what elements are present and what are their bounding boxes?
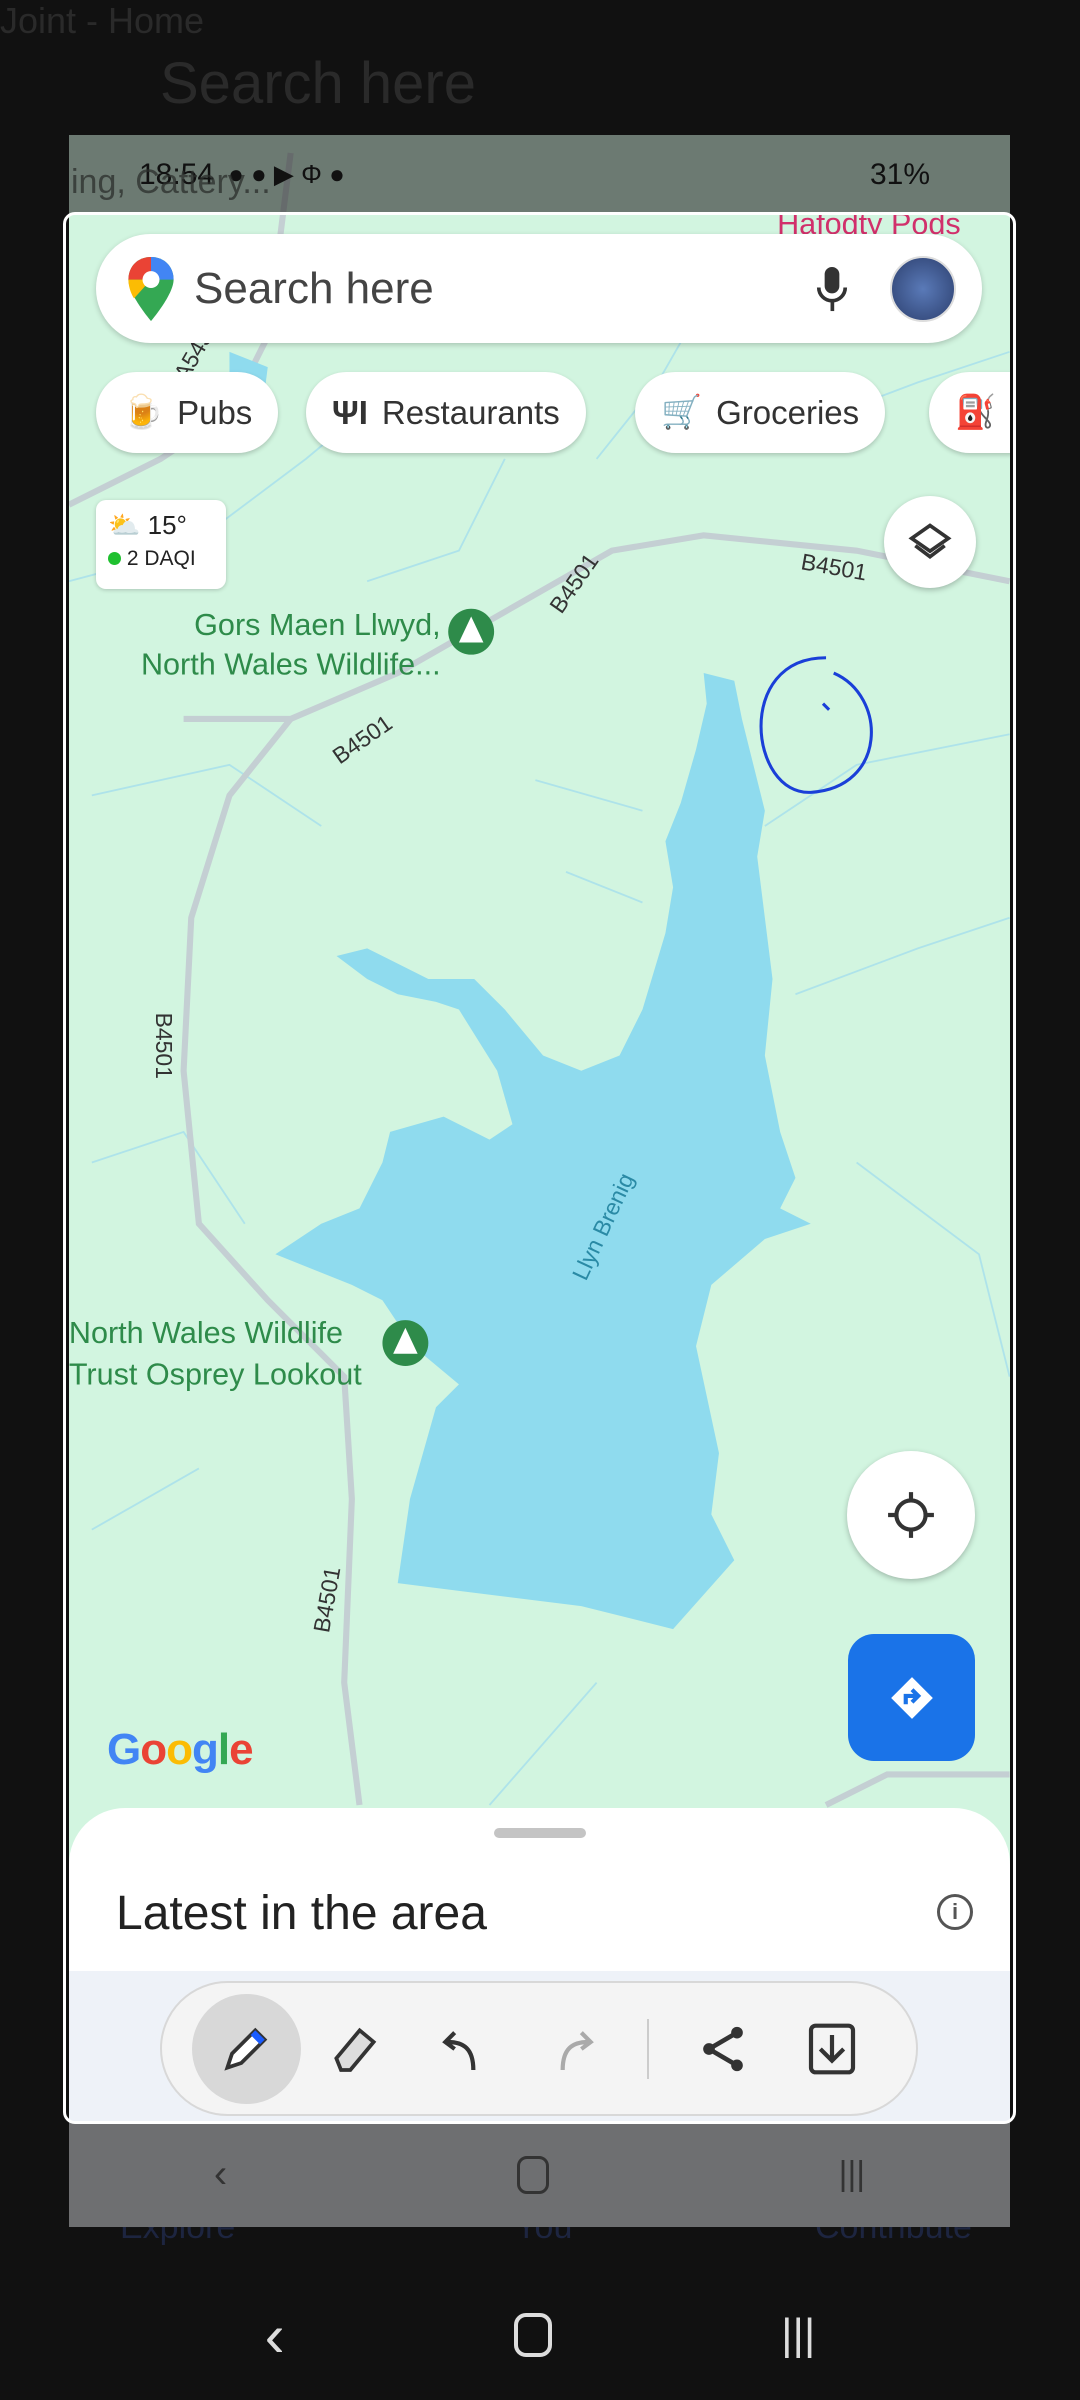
bg-search-text: Search here [160, 51, 476, 116]
status-battery: 31% [869, 157, 930, 191]
crop-frame[interactable] [63, 212, 1016, 2124]
bg-place-label: Joint - Home [0, 0, 205, 41]
recents-icon: ||| [838, 2155, 866, 2193]
recents-button[interactable]: ||| [781, 2310, 815, 2360]
inner-nav-bar: ‹ ||| [69, 2122, 1010, 2227]
home-button[interactable] [513, 2313, 552, 2357]
system-nav-bar: ‹ ||| [0, 2290, 1080, 2380]
behind-place-label: ing, Cattery... [71, 163, 271, 201]
back-icon: ‹ [213, 2152, 228, 2196]
home-icon [516, 2155, 549, 2194]
back-button[interactable]: ‹ [265, 2301, 285, 2370]
